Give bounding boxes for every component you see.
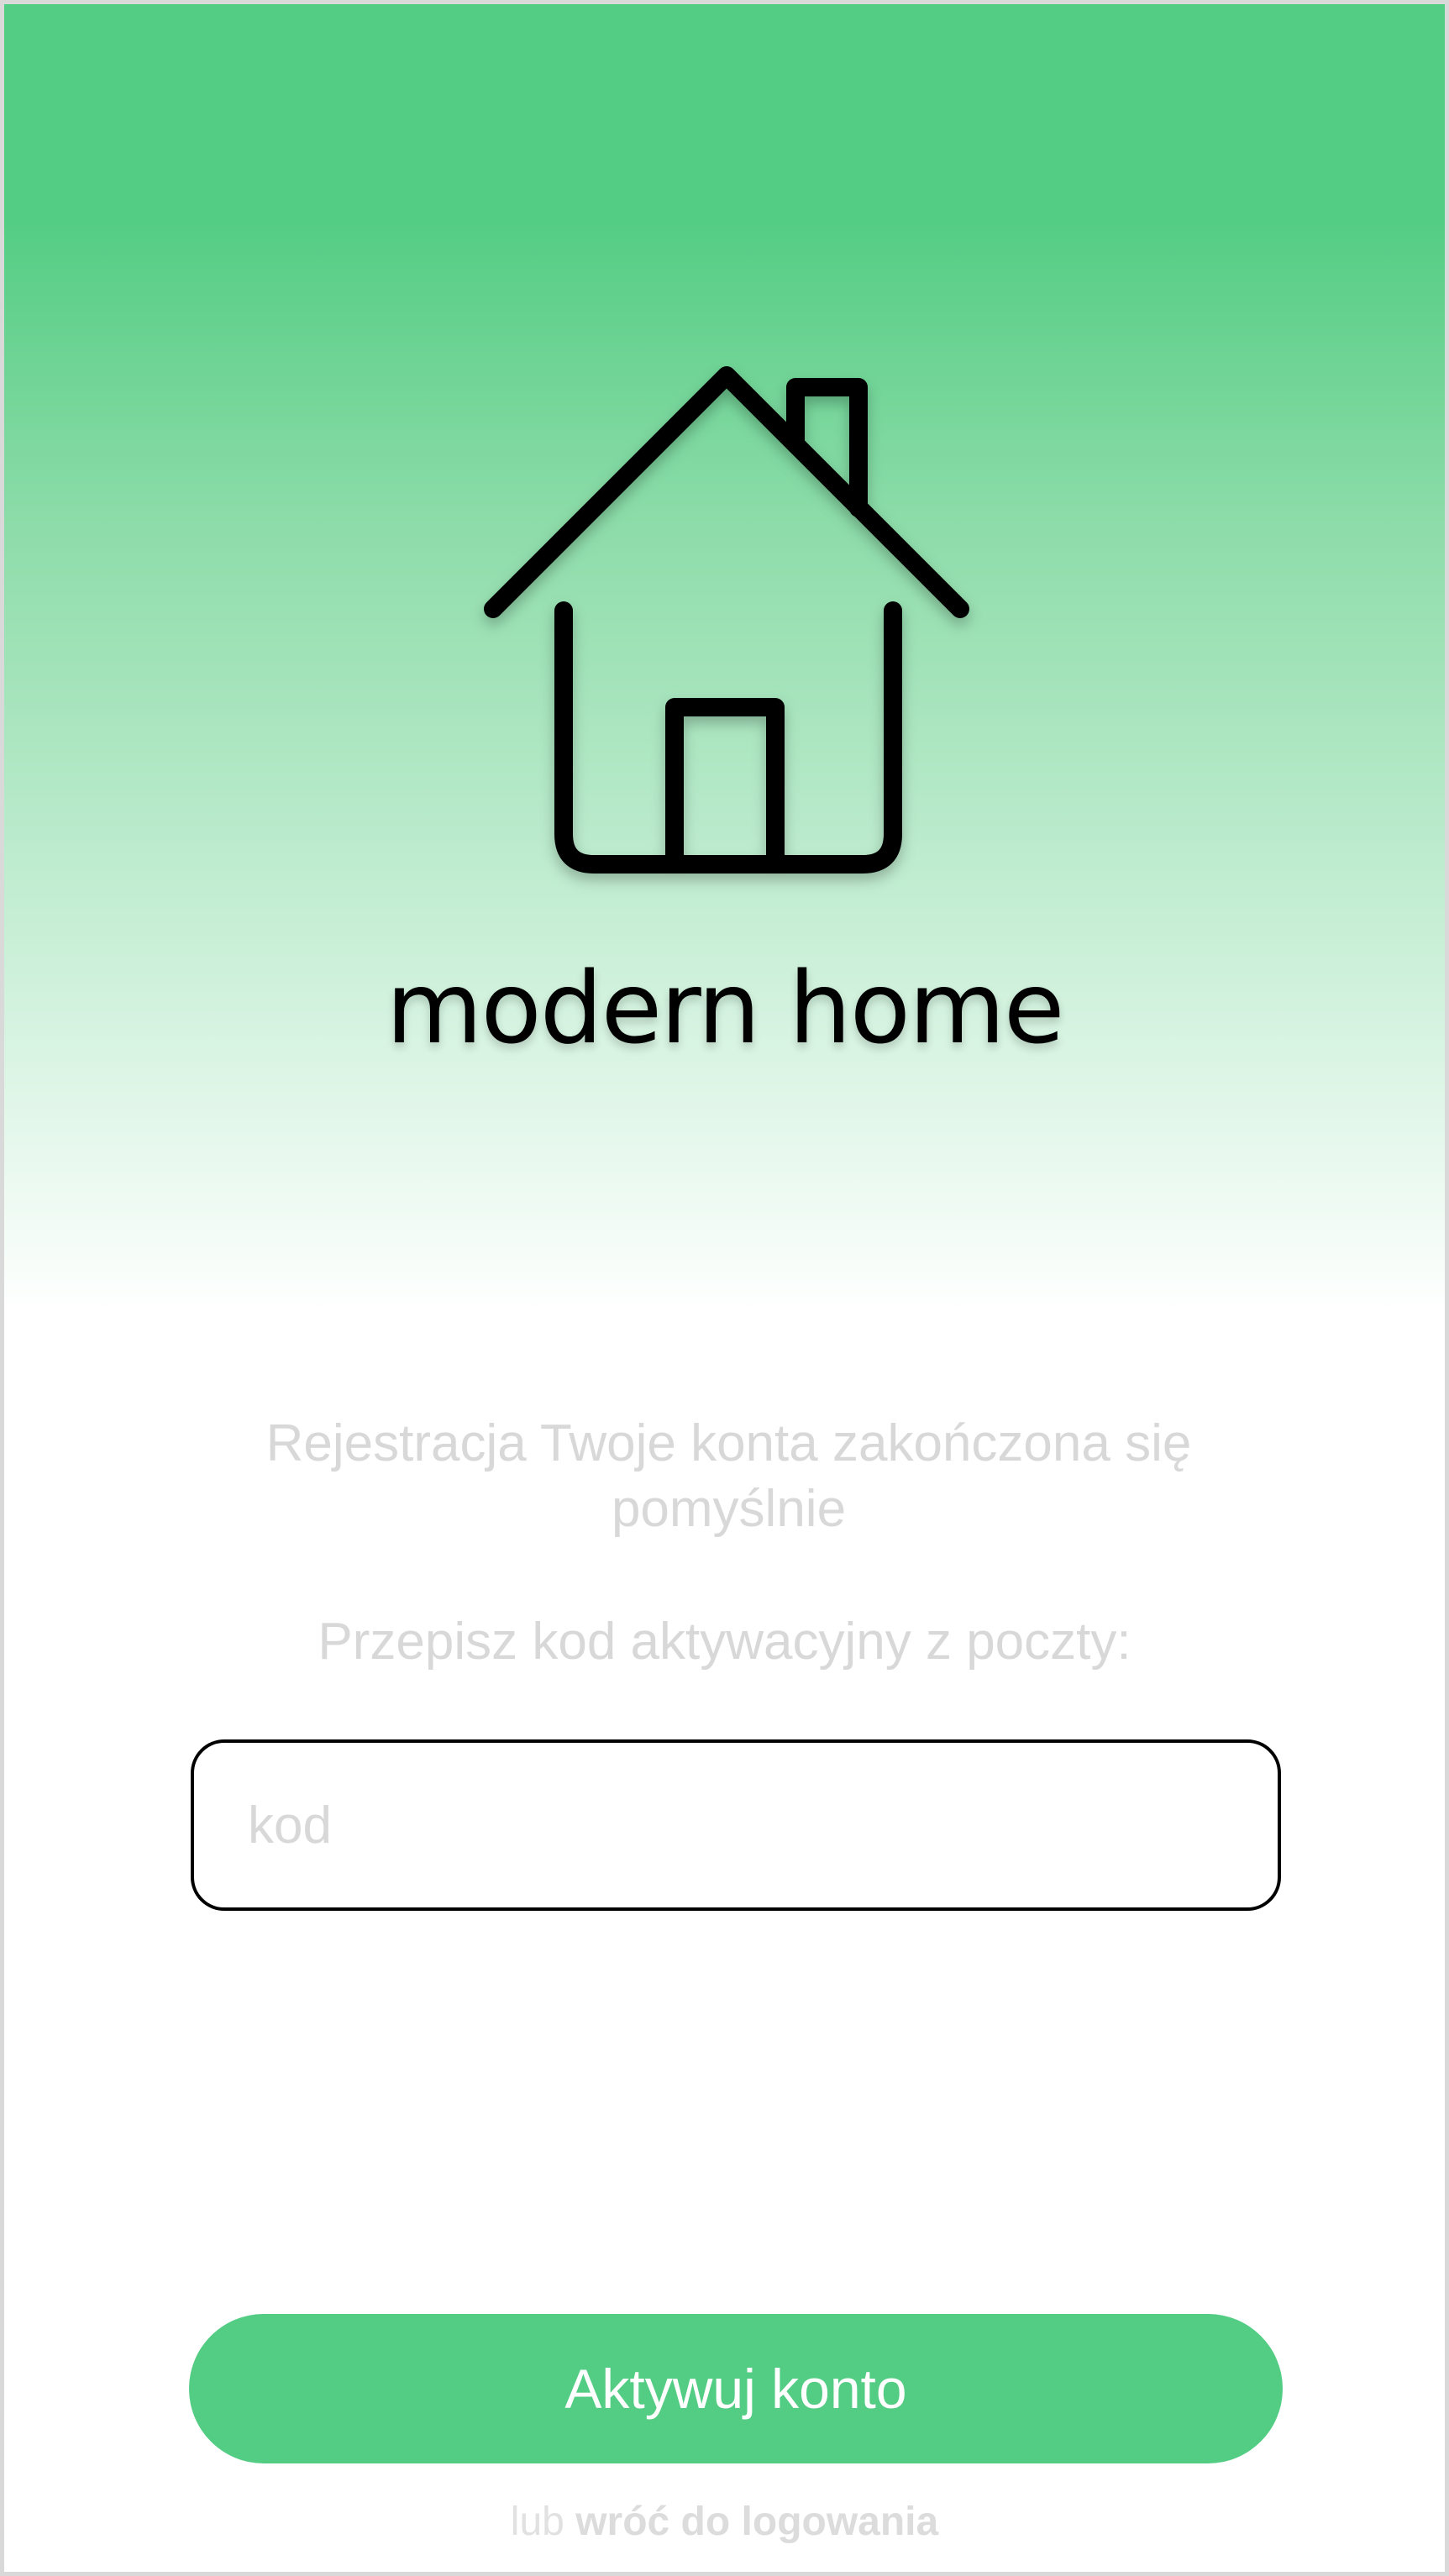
footer-prefix: lub (510, 2500, 564, 2544)
activation-screen: modern home Rejestracja Twoje konta zako… (0, 0, 1449, 2576)
activate-account-button[interactable]: Aktywuj konto (189, 2314, 1283, 2463)
back-to-login-link[interactable]: wróć do logowania (575, 2500, 938, 2544)
activation-code-input[interactable] (191, 1739, 1281, 1911)
registration-success-message: Rejestracja Twoje konta zakończona się p… (265, 1414, 1192, 1538)
return-to-login-line: lub wróć do logowania (4, 2495, 1445, 2549)
activation-instruction: Przepisz kod aktywacyjny z poczty: (318, 1613, 1131, 1671)
house-icon (484, 366, 969, 874)
brand-title: modern home (386, 950, 1065, 1066)
